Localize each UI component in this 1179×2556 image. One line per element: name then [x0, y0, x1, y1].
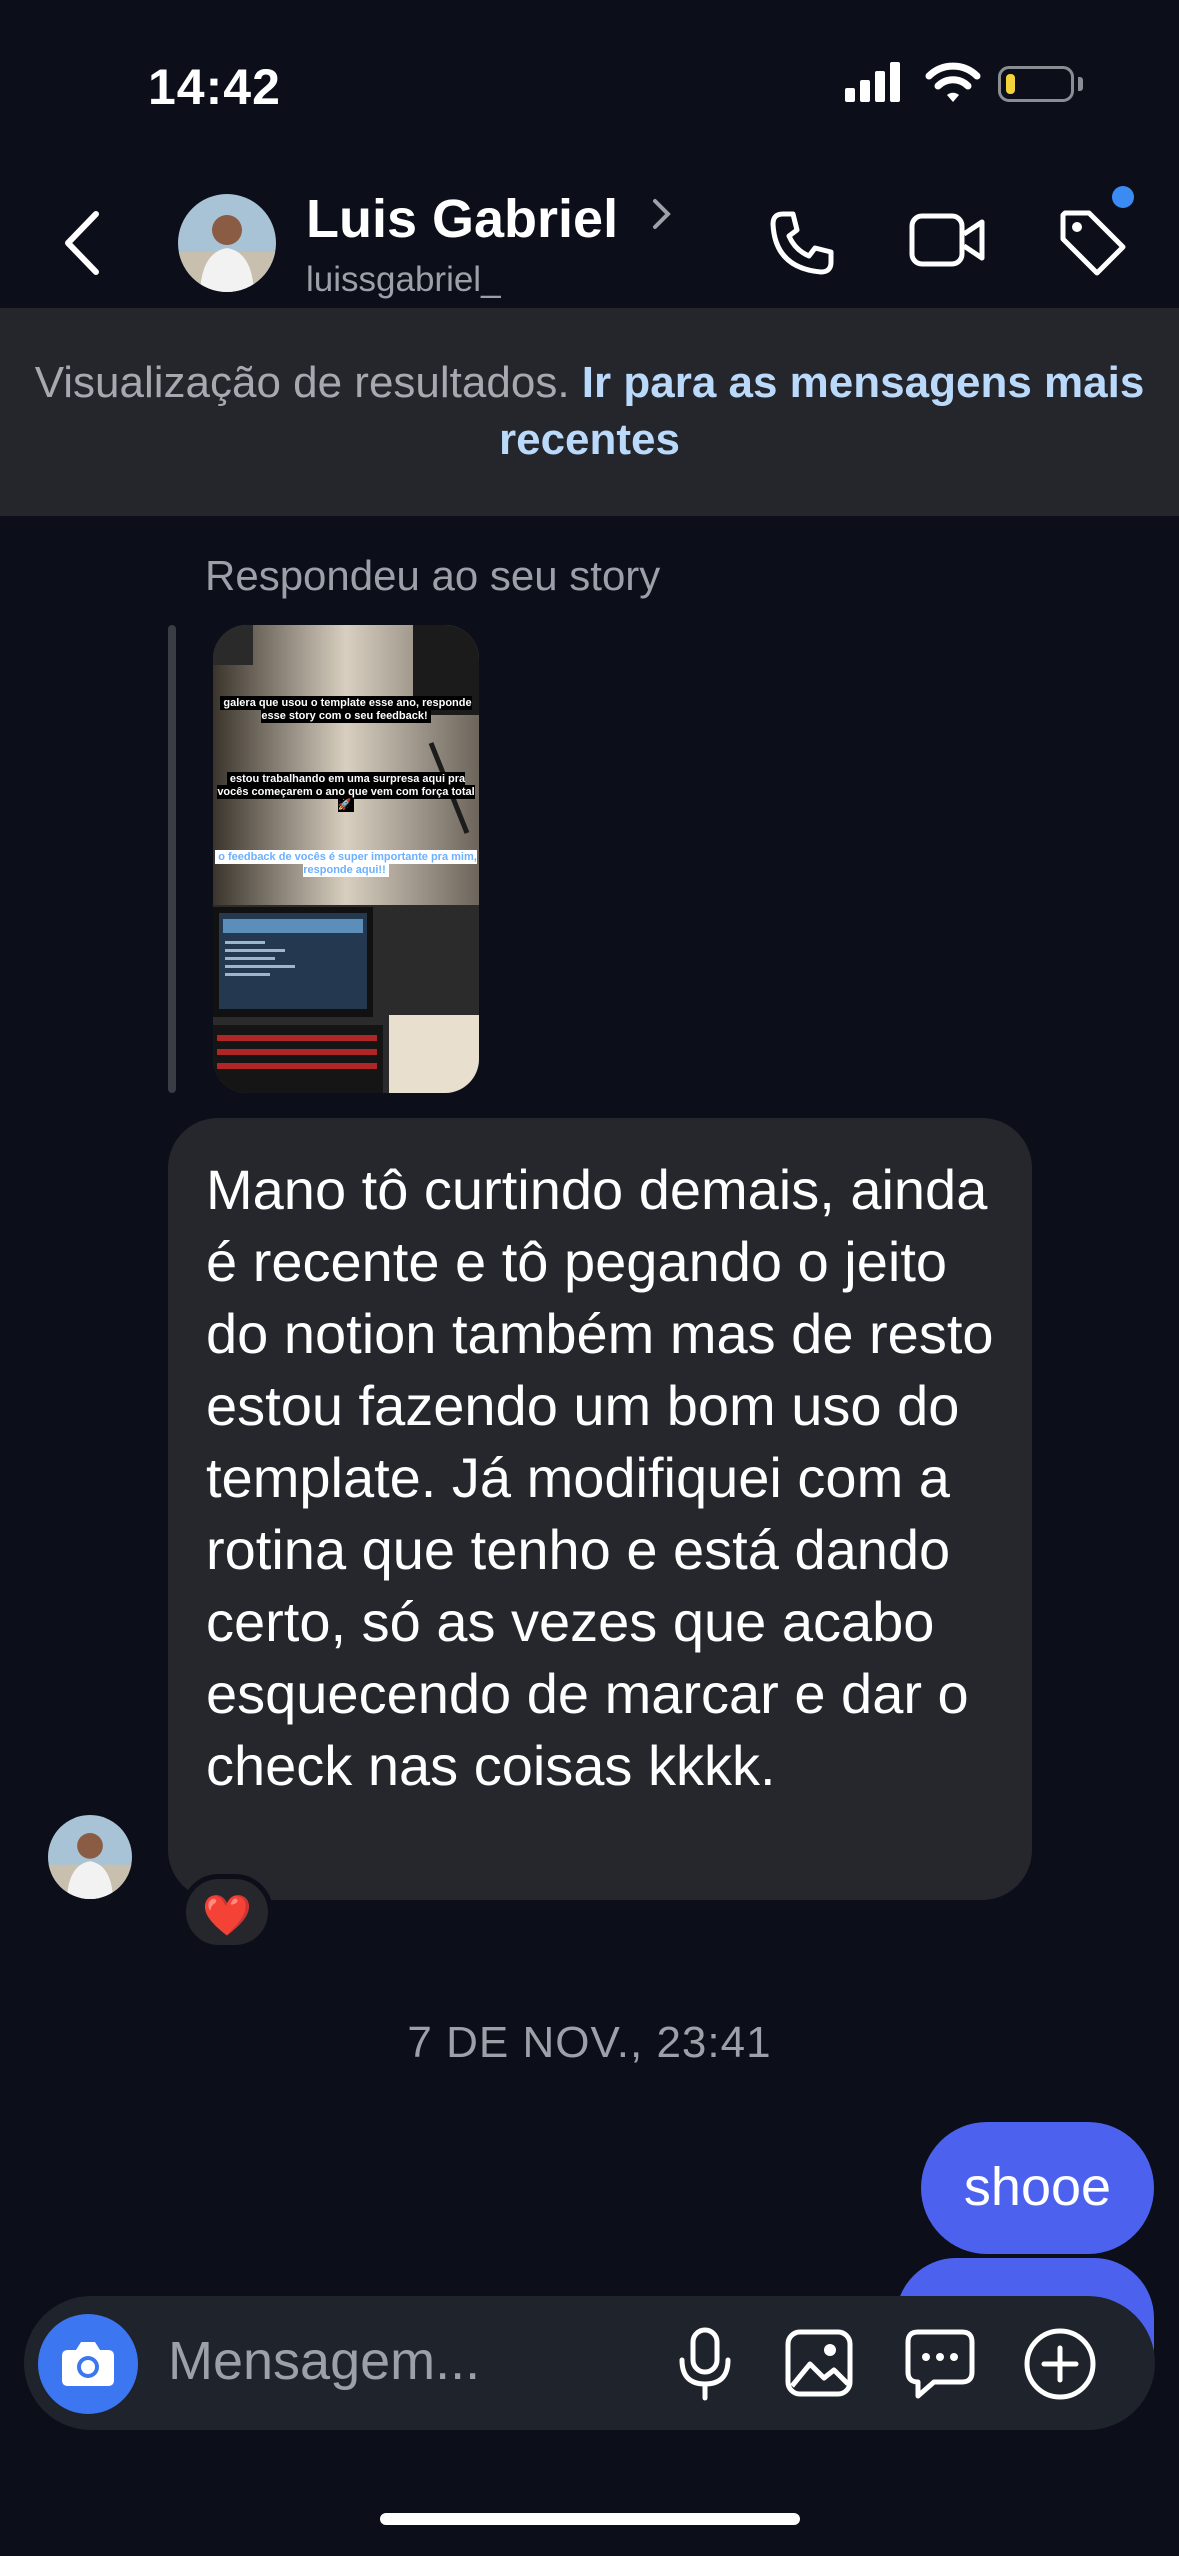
phone-icon[interactable] [765, 208, 837, 280]
plus-icon[interactable] [1022, 2326, 1098, 2402]
reply-indicator-bar [168, 625, 176, 1093]
story-thumbnail[interactable]: galera que usou o template esse ano, res… [213, 625, 479, 1093]
tag-icon[interactable] [1055, 205, 1131, 281]
go-to-recent-link[interactable]: Ir para as mensagens mais recentes [499, 358, 1144, 464]
sticker-icon[interactable] [904, 2326, 976, 2402]
story-text-3: o feedback de vocês é super importante p… [215, 850, 477, 877]
camera-icon [62, 2342, 114, 2386]
date-divider: 7 DE NOV., 23:41 [407, 2018, 772, 2067]
camera-button[interactable] [38, 2314, 138, 2414]
reply-label: Respondeu ao seu story [205, 552, 661, 599]
incoming-message-bubble[interactable]: Mano tô curtindo demais, ainda é recente… [168, 1118, 1032, 1900]
microphone-icon[interactable] [670, 2324, 740, 2404]
home-indicator[interactable] [380, 2513, 800, 2525]
message-input[interactable]: Mensagem... [168, 2330, 480, 2392]
sender-avatar[interactable] [48, 1815, 132, 1899]
outgoing-message-text: shooe [963, 2157, 1112, 2217]
contact-handle: luissgabriel_ [306, 260, 501, 299]
signal-icon [845, 62, 900, 102]
chevron-right-icon[interactable] [650, 196, 674, 232]
contact-avatar[interactable] [178, 194, 276, 292]
gallery-icon[interactable] [784, 2326, 854, 2402]
video-icon[interactable] [908, 208, 988, 272]
story-text-2: estou trabalhando em uma surpresa aqui p… [217, 772, 475, 812]
status-time: 14:42 [148, 59, 281, 115]
back-icon[interactable] [60, 208, 104, 278]
battery-icon [998, 66, 1074, 102]
outgoing-message-bubble[interactable]: shooe [921, 2122, 1154, 2254]
incoming-message-text: Mano tô curtindo demais, ainda é recente… [206, 1158, 994, 1797]
heart-icon: ❤️ [202, 1894, 252, 1938]
battery-tip [1078, 77, 1083, 91]
wifi-icon [925, 62, 981, 102]
story-text-1: galera que usou o template esse ano, res… [220, 696, 472, 723]
notification-dot [1112, 186, 1134, 208]
contact-name[interactable]: Luis Gabriel [306, 188, 618, 250]
search-results-banner: Visualização de resultados. Ir para as m… [0, 308, 1179, 516]
heart-reaction[interactable]: ❤️ [181, 1874, 273, 1950]
banner-text: Visualização de resultados. [34, 358, 570, 407]
